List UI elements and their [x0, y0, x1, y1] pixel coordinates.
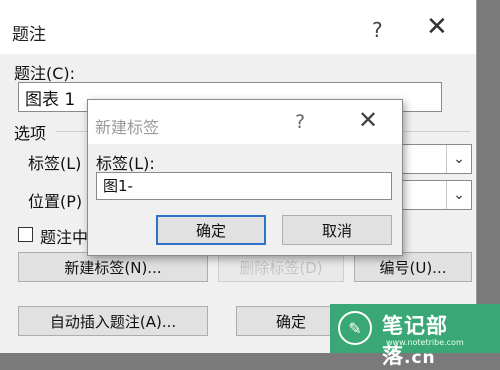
- caption-dialog-title: 题注: [12, 25, 46, 45]
- new-label-dialog-title: 新建标签: [95, 118, 160, 137]
- new-label-dialog-titlebar: 新建标签 ? ✕: [88, 100, 402, 144]
- help-icon[interactable]: ?: [372, 18, 383, 42]
- label-select-label: 标签(L): [28, 154, 82, 173]
- caption-dialog-titlebar: 题注 ? ✕: [0, 0, 476, 54]
- position-select-label: 位置(P): [28, 192, 83, 211]
- new-label-input[interactable]: 图1-: [96, 172, 392, 200]
- chevron-down-icon[interactable]: ⌄: [446, 181, 471, 209]
- new-label-dialog: 新建标签 ? ✕ 标签(L): 图1- 确定 取消: [87, 99, 403, 256]
- help-icon[interactable]: ?: [295, 111, 305, 133]
- new-label-field-label: 标签(L):: [96, 154, 155, 173]
- delete-label-button[interactable]: 删除标签(D): [218, 252, 344, 282]
- numbering-button[interactable]: 编号(U)...: [354, 252, 472, 282]
- new-label-ok-button[interactable]: 确定: [156, 215, 266, 245]
- chevron-down-icon[interactable]: ⌄: [446, 145, 471, 173]
- autocaption-button[interactable]: 自动插入题注(A)...: [18, 306, 208, 336]
- options-group-label: 选项: [14, 124, 47, 143]
- pen-icon: ✎: [338, 311, 372, 345]
- new-label-button[interactable]: 新建标签(N)...: [18, 252, 208, 282]
- exclude-label-checkbox[interactable]: [18, 227, 33, 242]
- exclude-label-text: 题注中: [40, 228, 89, 247]
- caption-label: 题注(C):: [14, 64, 76, 83]
- new-label-cancel-button[interactable]: 取消: [282, 215, 392, 245]
- watermark-url: www.notetribe.com: [386, 338, 464, 347]
- close-icon[interactable]: ✕: [426, 14, 448, 40]
- watermark: ✎ 笔记部落.cn www.notetribe.com: [330, 304, 500, 368]
- close-icon[interactable]: ✕: [358, 108, 378, 132]
